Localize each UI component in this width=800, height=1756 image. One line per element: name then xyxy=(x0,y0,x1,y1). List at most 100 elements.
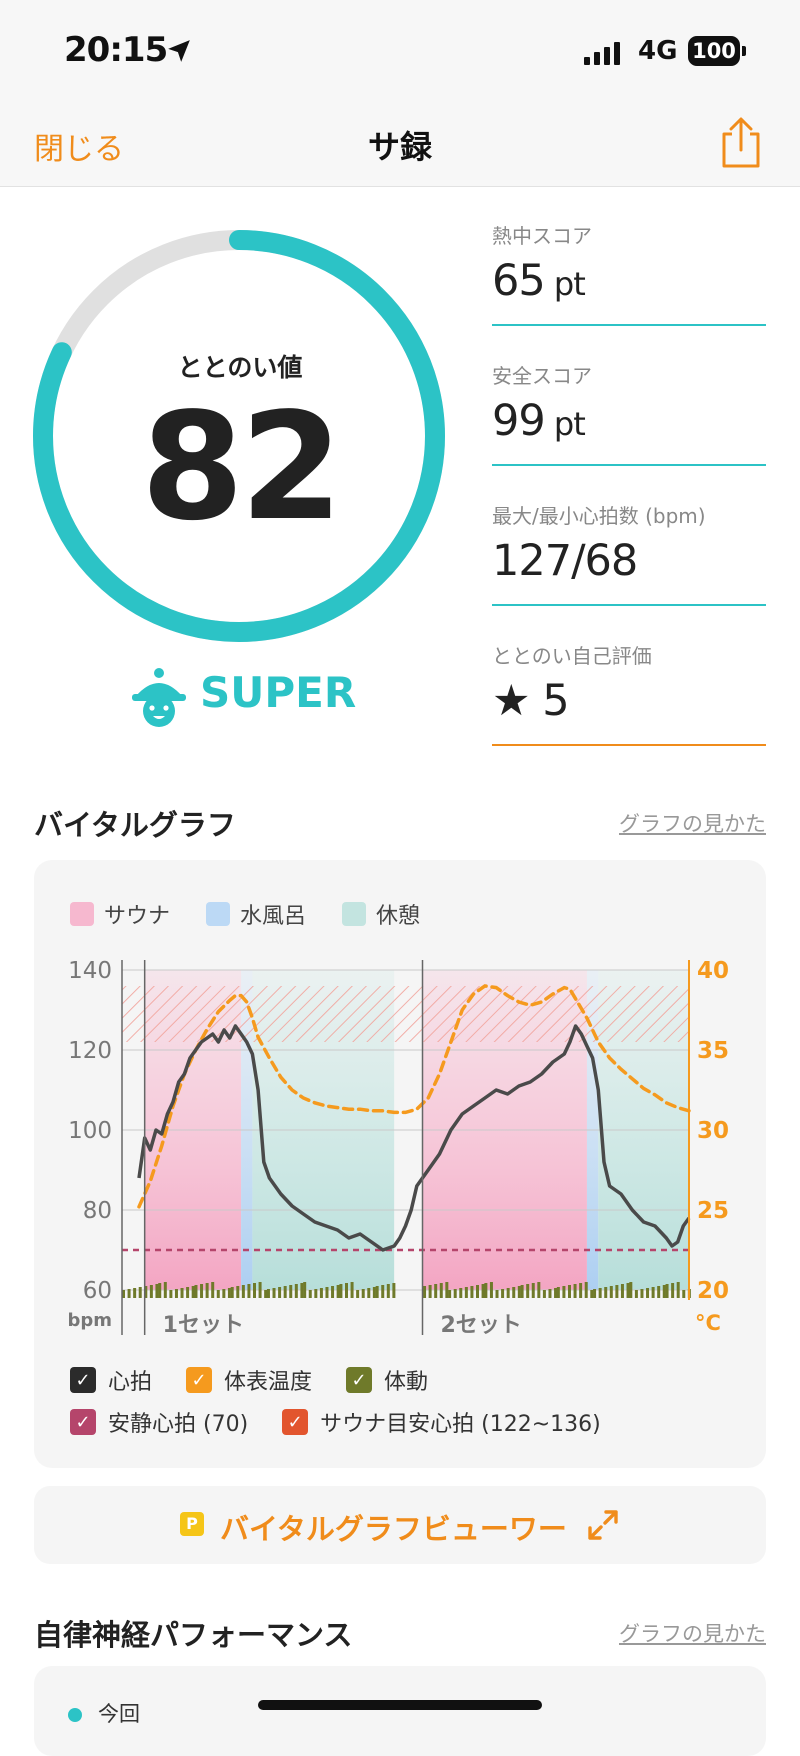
body-motion-mark xyxy=(517,1286,521,1298)
body-motion-mark xyxy=(671,1283,675,1298)
body-motion-mark xyxy=(169,1290,173,1298)
legend-swatch xyxy=(342,902,367,926)
body-motion-mark xyxy=(657,1286,661,1298)
vital-graph-help-link[interactable]: グラフの見かた xyxy=(619,808,766,838)
navigation-bar: 閉じる サ録 xyxy=(0,100,800,187)
current-series-dot-icon xyxy=(68,1708,82,1722)
body-motion-mark xyxy=(579,1283,583,1298)
body-motion-mark xyxy=(367,1288,371,1298)
toggle-resting-heart-rate[interactable]: ✓ 安静心拍 (70) xyxy=(70,1406,248,1438)
body-motion-mark xyxy=(481,1284,485,1298)
legend-label: サウナ xyxy=(104,904,171,929)
body-motion-mark xyxy=(428,1285,432,1298)
body-motion-mark xyxy=(640,1289,644,1298)
checkbox-checked-icon: ✓ xyxy=(70,1367,96,1393)
vital-graph-viewer-button[interactable]: P バイタルグラフビューワー xyxy=(34,1486,766,1564)
set-label: 2セット xyxy=(441,1313,522,1338)
body-motion-mark xyxy=(615,1285,619,1298)
body-motion-mark xyxy=(470,1286,474,1298)
y-left-unit: bpm xyxy=(67,1310,112,1331)
self-rating-label: ととのい自己評価 xyxy=(492,644,652,668)
body-motion-mark xyxy=(180,1288,184,1298)
body-motion-mark xyxy=(205,1283,209,1298)
body-motion-mark xyxy=(381,1285,385,1298)
y-left-tick-label: 120 xyxy=(68,1038,112,1064)
body-motion-mark xyxy=(506,1288,510,1298)
expand-icon xyxy=(588,1510,618,1540)
totonoi-level: SUPER xyxy=(200,668,357,717)
body-motion-mark xyxy=(158,1283,162,1298)
toggle-body-motion[interactable]: ✓ 体動 xyxy=(346,1364,428,1396)
body-motion-mark xyxy=(155,1284,159,1298)
body-motion-mark xyxy=(484,1283,488,1298)
body-motion-mark xyxy=(294,1284,298,1298)
body-motion-mark xyxy=(356,1290,360,1298)
body-motion-mark xyxy=(537,1282,541,1298)
body-motion-mark xyxy=(495,1290,499,1298)
toggle-label: サウナ目安心拍 (122~136) xyxy=(320,1412,601,1437)
current-series-label: 今回 xyxy=(98,1702,140,1726)
body-motion-mark xyxy=(300,1283,304,1298)
body-motion-mark xyxy=(501,1289,505,1298)
body-motion-mark xyxy=(127,1289,131,1298)
body-motion-mark xyxy=(319,1288,323,1298)
body-motion-mark xyxy=(459,1288,463,1298)
body-motion-mark xyxy=(138,1287,142,1298)
network-type: 4G xyxy=(638,36,678,66)
status-time: 20:15 xyxy=(64,30,168,70)
body-motion-mark xyxy=(375,1286,379,1298)
body-motion-mark xyxy=(266,1289,270,1298)
body-motion-mark xyxy=(211,1282,215,1298)
body-motion-mark xyxy=(191,1286,195,1298)
checkbox-checked-icon: ✓ xyxy=(282,1409,309,1435)
sauna-hat-face-icon xyxy=(132,668,186,727)
body-motion-mark xyxy=(573,1284,577,1298)
vital-graph-title: バイタルグラフ xyxy=(34,808,236,842)
score-label: ととのい値 xyxy=(177,353,303,382)
toggle-heart-rate[interactable]: ✓ 心拍 xyxy=(70,1364,152,1396)
divider xyxy=(492,744,766,746)
battery-tip xyxy=(742,46,746,56)
body-motion-mark xyxy=(634,1290,638,1298)
body-motion-mark xyxy=(598,1288,602,1298)
body-motion-mark xyxy=(392,1283,396,1298)
autonomic-card: 今回 xyxy=(34,1666,766,1756)
legend-rest: 休憩 xyxy=(342,898,420,930)
cellular-signal-icon xyxy=(584,42,620,65)
body-motion-mark xyxy=(174,1289,178,1298)
viewer-label: バイタルグラフビューワー xyxy=(220,1512,567,1546)
legend-label: 休憩 xyxy=(376,904,421,929)
y-right-unit: °C xyxy=(695,1311,721,1335)
body-motion-mark xyxy=(308,1290,312,1298)
legend-swatch xyxy=(70,902,94,926)
heart-rate-range: 最大/最小心拍数 (bpm) 127/68 xyxy=(492,500,766,606)
divider xyxy=(492,324,766,326)
vital-chart[interactable]: 1セット 2セット 140 120 100 80 60 bpm 40 35 30 25 20 °C xyxy=(34,950,766,1350)
divider xyxy=(492,604,766,606)
share-icon[interactable] xyxy=(718,116,764,170)
autonomic-performance-title: 自律神経パフォーマンス xyxy=(34,1618,353,1652)
score-value: 82 xyxy=(141,381,343,553)
home-indicator[interactable] xyxy=(258,1700,542,1710)
body-motion-mark xyxy=(314,1289,318,1298)
body-motion-mark xyxy=(216,1290,220,1298)
series-toggles-row-1: ✓ 心拍 ✓ 体表温度 ✓ 体動 xyxy=(70,1364,428,1396)
safety-score-value: 99 xyxy=(492,396,546,446)
body-motion-mark xyxy=(186,1287,190,1298)
self-rating[interactable]: ととのい自己評価 ★ 5 xyxy=(492,640,766,746)
body-motion-mark xyxy=(149,1285,153,1298)
body-motion-mark xyxy=(283,1286,287,1298)
page-title: サ録 xyxy=(367,128,432,166)
y-right-tick-label: 20 xyxy=(697,1278,729,1304)
body-motion-mark xyxy=(272,1288,276,1298)
toggle-skin-temperature[interactable]: ✓ 体表温度 xyxy=(186,1364,312,1396)
heat-score: 熱中スコア 65 pt xyxy=(492,220,766,326)
body-motion-mark xyxy=(253,1283,257,1298)
body-motion-mark xyxy=(303,1282,307,1298)
checkbox-checked-icon: ✓ xyxy=(186,1367,213,1393)
autonomic-help-link[interactable]: グラフの見かた xyxy=(619,1618,766,1648)
body-motion-mark xyxy=(520,1285,524,1298)
body-motion-mark xyxy=(448,1290,452,1298)
toggle-sauna-target-heart-rate[interactable]: ✓ サウナ目安心拍 (122~136) xyxy=(282,1406,601,1438)
toggle-label: 心拍 xyxy=(108,1370,153,1395)
